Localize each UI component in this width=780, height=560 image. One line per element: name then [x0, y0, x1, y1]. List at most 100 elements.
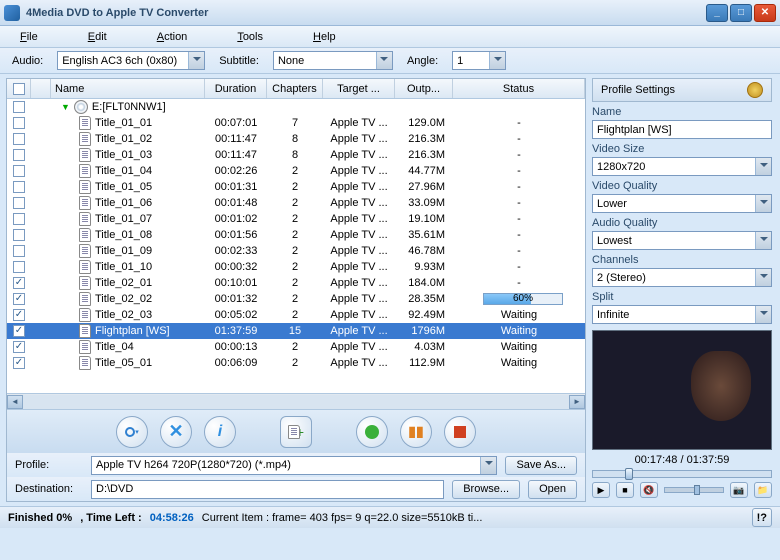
table-row[interactable]: Flightplan [WS]01:37:5915Apple TV ...179…: [7, 323, 585, 339]
table-row[interactable]: Title_02_0300:05:022Apple TV ...92.49MWa…: [7, 307, 585, 323]
profile-settings-header: Profile Settings: [592, 78, 772, 102]
table-row[interactable]: Title_01_0600:01:482Apple TV ...33.09M-: [7, 195, 585, 211]
row-checkbox[interactable]: [13, 277, 25, 289]
table-row[interactable]: Title_01_0100:07:017Apple TV ...129.0M-: [7, 115, 585, 131]
destination-field[interactable]: D:\DVD: [91, 480, 444, 499]
target-cell: Apple TV ...: [323, 227, 395, 243]
prop-field[interactable]: Lowest: [592, 231, 772, 250]
subtitle-combo[interactable]: None: [273, 51, 393, 70]
preview-stop-button[interactable]: ■: [616, 482, 634, 498]
row-checkbox[interactable]: [13, 165, 25, 177]
menu-edit[interactable]: Edit: [88, 31, 107, 43]
prop-field[interactable]: Flightplan [WS]: [592, 120, 772, 139]
table-row[interactable]: Title_01_0200:11:478Apple TV ...216.3M-: [7, 131, 585, 147]
browse-button[interactable]: Browse...: [452, 480, 520, 499]
row-checkbox[interactable]: [13, 181, 25, 193]
disc-row[interactable]: ▼E:[FLT0NNW1]: [7, 99, 585, 115]
close-button[interactable]: ✕: [754, 4, 776, 22]
row-checkbox[interactable]: [13, 213, 25, 225]
prop-field[interactable]: Infinite: [592, 305, 772, 324]
prop-label: Video Size: [592, 143, 772, 155]
col-name[interactable]: Name: [51, 79, 205, 98]
horizontal-scrollbar[interactable]: ◄ ►: [7, 393, 585, 409]
table-row[interactable]: Title_01_0300:11:478Apple TV ...216.3M-: [7, 147, 585, 163]
expand-icon[interactable]: ▼: [61, 102, 70, 112]
chevron-down-icon: [489, 52, 505, 69]
menu-action[interactable]: Action: [157, 31, 188, 43]
row-checkbox[interactable]: [13, 117, 25, 129]
preview-play-button[interactable]: ▶: [592, 482, 610, 498]
status-alert-button[interactable]: !?: [752, 508, 772, 527]
volume-slider[interactable]: [664, 487, 724, 493]
table-row[interactable]: Title_02_0200:01:322Apple TV ...28.35M60…: [7, 291, 585, 307]
gear-icon[interactable]: [747, 82, 763, 98]
scroll-track[interactable]: [23, 395, 569, 409]
row-checkbox[interactable]: [13, 197, 25, 209]
duration-cell: 01:37:59: [205, 323, 267, 339]
scroll-right-button[interactable]: ►: [569, 395, 585, 409]
mute-button[interactable]: 🔇: [640, 482, 658, 498]
row-checkbox[interactable]: [13, 101, 25, 113]
row-checkbox[interactable]: [13, 229, 25, 241]
snapshot-button[interactable]: 📷: [730, 482, 748, 498]
prop-field[interactable]: 1280x720: [592, 157, 772, 176]
col-duration[interactable]: Duration: [205, 79, 267, 98]
col-chapters[interactable]: Chapters: [267, 79, 323, 98]
save-as-button[interactable]: Save As...: [505, 456, 577, 475]
info-button[interactable]: i: [204, 416, 236, 448]
row-checkbox[interactable]: [13, 133, 25, 145]
col-output[interactable]: Outp...: [395, 79, 453, 98]
col-status[interactable]: Status: [453, 79, 585, 98]
minimize-button[interactable]: _: [706, 4, 728, 22]
menu-help[interactable]: Help: [313, 31, 336, 43]
maximize-button[interactable]: □: [730, 4, 752, 22]
prop-label: Name: [592, 106, 772, 118]
prop-field[interactable]: Lower: [592, 194, 772, 213]
row-checkbox[interactable]: [13, 245, 25, 257]
row-checkbox[interactable]: [13, 261, 25, 273]
table-row[interactable]: Title_02_0100:10:012Apple TV ...184.0M-: [7, 275, 585, 291]
seek-slider[interactable]: [592, 470, 772, 478]
target-cell: Apple TV ...: [323, 275, 395, 291]
stop-button[interactable]: [444, 416, 476, 448]
table-row[interactable]: Title_01_1000:00:322Apple TV ...9.93M-: [7, 259, 585, 275]
volume-thumb[interactable]: [694, 485, 700, 495]
row-checkbox[interactable]: [13, 293, 25, 305]
pause-button[interactable]: ▮▮: [400, 416, 432, 448]
open-button[interactable]: Open: [528, 480, 577, 499]
profile-combo[interactable]: Apple TV h264 720P(1280*720) (*.mp4): [91, 456, 497, 475]
title-name: Title_01_03: [95, 149, 152, 161]
table-row[interactable]: Title_01_0700:01:022Apple TV ...19.10M-: [7, 211, 585, 227]
seek-thumb[interactable]: [625, 468, 633, 480]
menu-tools[interactable]: Tools: [237, 31, 263, 43]
start-button[interactable]: [356, 416, 388, 448]
row-checkbox[interactable]: [13, 309, 25, 321]
scroll-left-button[interactable]: ◄: [7, 395, 23, 409]
record-button[interactable]: ▾: [116, 416, 148, 448]
col-target[interactable]: Target ...: [323, 79, 395, 98]
angle-combo[interactable]: 1: [452, 51, 506, 70]
duration-cell: 00:10:01: [205, 275, 267, 291]
table-row[interactable]: Title_01_0800:01:562Apple TV ...35.61M-: [7, 227, 585, 243]
select-all-checkbox[interactable]: [13, 83, 25, 95]
row-checkbox[interactable]: [13, 149, 25, 161]
table-row[interactable]: Title_0400:00:132Apple TV ...4.03MWaitin…: [7, 339, 585, 355]
row-checkbox[interactable]: [13, 325, 25, 337]
angle-label: Angle:: [407, 55, 438, 67]
title-name: Title_01_08: [95, 229, 152, 241]
delete-button[interactable]: ✕: [160, 416, 192, 448]
row-checkbox[interactable]: [13, 341, 25, 353]
table-row[interactable]: Title_01_0500:01:312Apple TV ...27.96M-: [7, 179, 585, 195]
chapters-cell: 2: [267, 339, 323, 355]
status-cell: -: [453, 147, 585, 163]
snapshot-folder-button[interactable]: 📁: [754, 482, 772, 498]
table-row[interactable]: Title_05_0100:06:092Apple TV ...112.9MWa…: [7, 355, 585, 371]
table-row[interactable]: Title_01_0900:02:332Apple TV ...46.78M-: [7, 243, 585, 259]
row-checkbox[interactable]: [13, 357, 25, 369]
audio-combo[interactable]: English AC3 6ch (0x80): [57, 51, 205, 70]
menu-file[interactable]: File: [20, 31, 38, 43]
add-file-button[interactable]: +: [280, 416, 312, 448]
prop-field[interactable]: 2 (Stereo): [592, 268, 772, 287]
table-row[interactable]: Title_01_0400:02:262Apple TV ...44.77M-: [7, 163, 585, 179]
chapters-cell: 15: [267, 323, 323, 339]
